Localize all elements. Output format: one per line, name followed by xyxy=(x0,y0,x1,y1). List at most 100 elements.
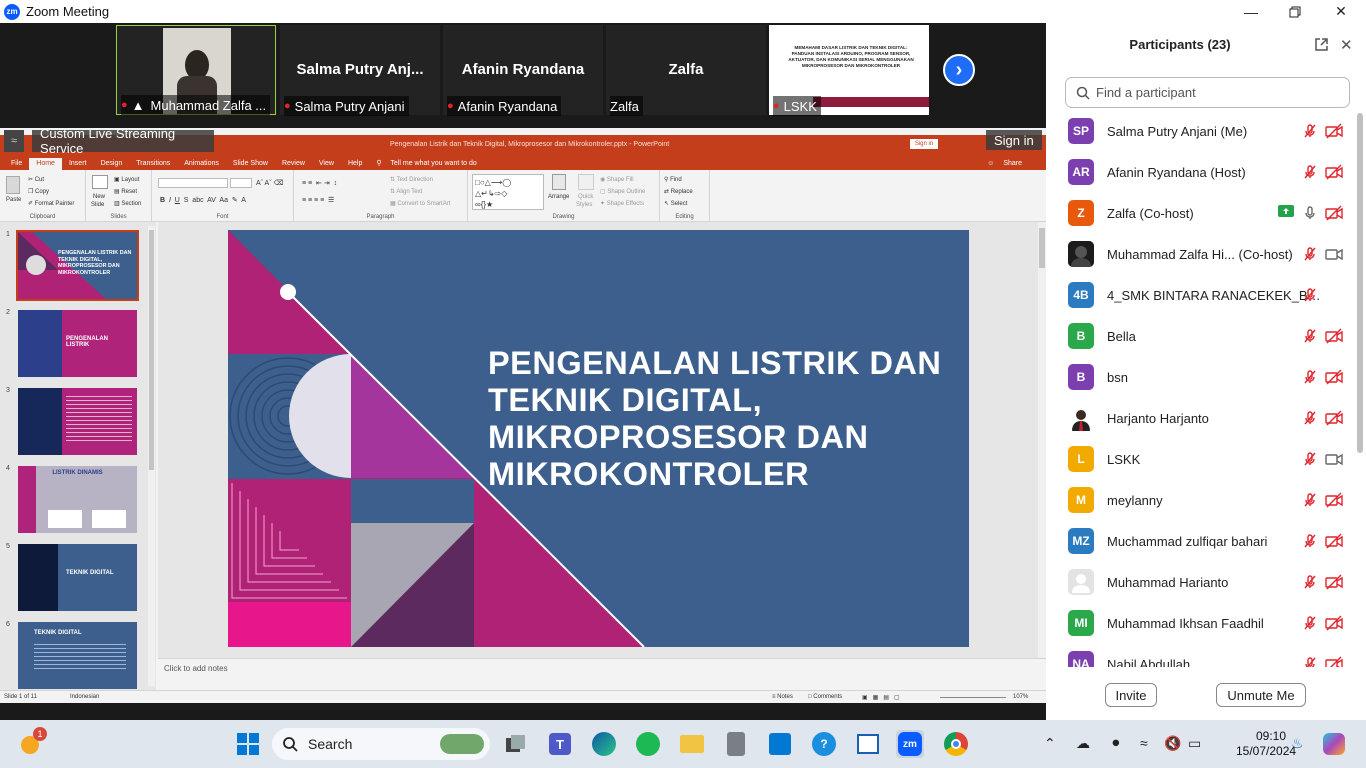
video-off-icon[interactable] xyxy=(1325,574,1343,590)
system-clock[interactable]: 09:10 15/07/2024 xyxy=(1236,729,1296,759)
current-slide[interactable]: PENGENALAN LISTRIK DAN TEKNIK DIGITAL, M… xyxy=(228,230,969,647)
thumb-slide-1[interactable]: PENGENALAN LISTRIK DAN TEKNIK DIGITAL, M… xyxy=(16,230,139,301)
taskbar-search[interactable]: Search xyxy=(272,728,490,760)
popout-button[interactable] xyxy=(1314,37,1330,53)
font-style-buttons[interactable]: B I U S abc AV Aa ✎ A xyxy=(160,196,246,204)
teams-app[interactable]: T xyxy=(546,730,574,758)
notes-toggle[interactable]: ≡ Notes xyxy=(772,694,793,700)
next-videos-button[interactable]: › xyxy=(943,54,975,86)
arrange-button[interactable]: Arrange xyxy=(548,194,569,200)
format-painter-button[interactable]: ✐ Format Painter xyxy=(28,200,74,207)
shapes-gallery[interactable]: □○△⟶◯ △↵↳⇨◇ ∞{}★ xyxy=(472,174,544,210)
thumb-slide-3[interactable] xyxy=(18,388,137,455)
tell-me-search[interactable]: ⚲ Tell me what you want to do xyxy=(369,158,490,170)
news-app[interactable] xyxy=(854,730,882,758)
video-tile-lskk[interactable]: MEMAHAMI DASAR LISTRIK DAN TEKNIK DIGITA… xyxy=(769,25,929,116)
mic-muted-icon[interactable] xyxy=(1302,410,1318,426)
task-view-button[interactable] xyxy=(502,730,530,758)
tab-design[interactable]: Design xyxy=(93,158,129,170)
edge-app[interactable] xyxy=(590,730,618,758)
chrome-app[interactable] xyxy=(942,730,970,758)
participant-row[interactable]: Bbsn xyxy=(1046,357,1356,398)
video-off-icon[interactable] xyxy=(1325,656,1343,667)
close-panel-button[interactable]: ✕ xyxy=(1340,36,1356,54)
list-buttons[interactable]: ≡ ≡ ⇤ ⇥ ↕ xyxy=(302,179,337,187)
select-button[interactable]: ↖ Select xyxy=(664,200,687,207)
participant-row[interactable]: Harjanto Harjanto xyxy=(1046,398,1356,439)
quick-styles-button[interactable]: Quick xyxy=(578,194,593,200)
participant-row[interactable]: Muhammad Harianto xyxy=(1046,562,1356,603)
participant-row[interactable]: SP Salma Putry Anjani (Me) xyxy=(1046,111,1356,152)
shape-outline-button[interactable]: ▢ Shape Outline xyxy=(600,188,645,195)
bell-icon[interactable]: ♨ xyxy=(1291,735,1304,752)
tab-transitions[interactable]: Transitions xyxy=(129,158,177,170)
layout-button[interactable]: ▣ Layout xyxy=(114,176,139,183)
microphone-icon[interactable]: ⚫ xyxy=(1110,735,1122,752)
maximize-button[interactable] xyxy=(1272,0,1318,23)
live-stream-icon[interactable]: ≈ xyxy=(4,130,25,152)
mic-muted-icon[interactable] xyxy=(1302,533,1318,549)
get-help-app[interactable]: ? xyxy=(810,730,838,758)
copy-button[interactable]: ❐ Copy xyxy=(28,188,49,195)
video-tile-muhammad-zalfa[interactable]: ● ▲ Muhammad Zalfa ... xyxy=(116,25,276,115)
find-button[interactable]: ⚲ Find xyxy=(664,176,682,183)
spotify-app[interactable] xyxy=(634,730,662,758)
mic-muted-icon[interactable] xyxy=(1302,615,1318,631)
replace-button[interactable]: ⇄ Replace xyxy=(664,188,693,195)
thumb-slide-2[interactable]: PENGENALAN LISTRIK xyxy=(18,310,137,377)
participant-search[interactable] xyxy=(1065,77,1350,108)
video-tile-afanin[interactable]: Afanin Ryandana ● Afanin Ryandana xyxy=(443,25,603,116)
copilot-button[interactable] xyxy=(1320,730,1348,758)
video-off-icon[interactable] xyxy=(1325,328,1343,344)
participant-row[interactable]: Muhammad Zalfa Hi... (Co-host) xyxy=(1046,234,1356,275)
calculator-app[interactable] xyxy=(722,730,750,758)
participant-search-input[interactable] xyxy=(1096,85,1336,100)
reset-button[interactable]: ▤ Reset xyxy=(114,188,137,195)
thumb-slide-6[interactable]: TEKNIK DIGITAL xyxy=(18,622,137,689)
mic-muted-icon[interactable] xyxy=(1302,369,1318,385)
mic-muted-icon[interactable] xyxy=(1302,123,1318,139)
video-off-icon[interactable] xyxy=(1325,123,1343,139)
video-tile-salma[interactable]: Salma Putry Anj... ● Salma Putry Anjani xyxy=(280,25,440,116)
text-direction-button[interactable]: ⇅ Text Direction xyxy=(390,176,433,183)
weather-widget[interactable]: 1 xyxy=(16,727,47,758)
mic-muted-icon[interactable] xyxy=(1302,451,1318,467)
thumbnails-scrollbar[interactable] xyxy=(148,226,155,686)
start-button[interactable] xyxy=(234,730,262,758)
thumb-slide-5[interactable]: TEKNIK DIGITAL xyxy=(18,544,137,611)
participant-row[interactable]: MI Muhammad Ikhsan Faadhil xyxy=(1046,603,1356,644)
file-explorer-app[interactable] xyxy=(678,730,706,758)
ppt-signin-button[interactable]: Sign in xyxy=(910,139,938,149)
share-button[interactable]: ☺ Share xyxy=(980,158,1036,170)
shape-effects-button[interactable]: ✦ Shape Effects xyxy=(600,200,644,207)
zoom-slider[interactable] xyxy=(940,697,1006,698)
font-size-select[interactable] xyxy=(230,178,252,188)
participant-row[interactable]: Z Zalfa (Co-host) xyxy=(1046,193,1356,234)
section-button[interactable]: ▥ Section xyxy=(114,200,141,207)
wifi-icon[interactable]: ≈ xyxy=(1140,735,1148,751)
participant-row[interactable]: NA Nabil Abdullah xyxy=(1046,644,1356,667)
video-off-icon[interactable] xyxy=(1325,615,1343,631)
mic-muted-icon[interactable] xyxy=(1302,246,1318,262)
chevron-up-icon[interactable]: ⌃ xyxy=(1044,735,1056,752)
tab-insert[interactable]: Insert xyxy=(62,158,94,170)
zoom-app[interactable]: zm xyxy=(896,730,924,758)
tab-slide-show[interactable]: Slide Show xyxy=(226,158,275,170)
video-off-icon[interactable] xyxy=(1325,205,1343,221)
font-name-select[interactable] xyxy=(158,178,228,188)
video-off-icon[interactable] xyxy=(1325,369,1343,385)
zoom-level[interactable]: 107% xyxy=(1013,694,1028,700)
slide-title[interactable]: PENGENALAN LISTRIK DAN TEKNIK DIGITAL, M… xyxy=(488,345,958,493)
battery-icon[interactable]: ▭ xyxy=(1188,735,1201,752)
video-off-icon[interactable] xyxy=(1325,533,1343,549)
align-buttons[interactable]: ≡ ≡ ≡ ≡ ☰ xyxy=(302,196,334,204)
unmute-me-button[interactable]: Unmute Me xyxy=(1216,683,1306,707)
close-button[interactable]: ✕ xyxy=(1318,0,1364,23)
participant-row[interactable]: B Bella xyxy=(1046,316,1356,357)
volume-muted-icon[interactable]: 🔇 xyxy=(1164,735,1181,752)
minimize-button[interactable]: — xyxy=(1228,0,1274,23)
video-off-icon[interactable] xyxy=(1325,492,1343,508)
mic-icon[interactable] xyxy=(1302,205,1318,221)
mic-muted-icon[interactable] xyxy=(1302,492,1318,508)
mic-muted-icon[interactable] xyxy=(1302,287,1318,303)
